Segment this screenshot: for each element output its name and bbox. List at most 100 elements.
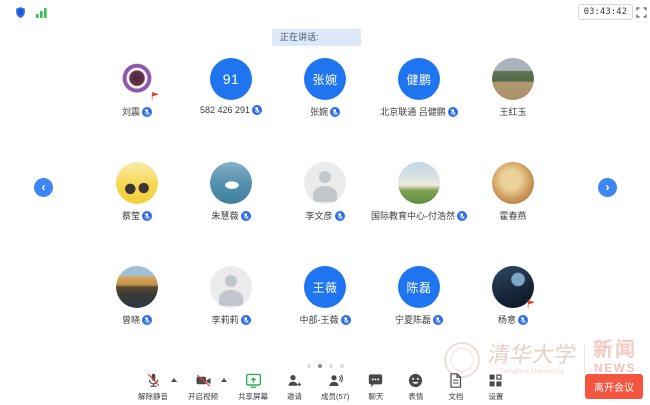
toolbar-item-label: 表情: [408, 391, 423, 402]
toolbar-item-label: 聊天: [368, 391, 383, 402]
page-dot-4[interactable]: [340, 364, 344, 368]
muted-mic-icon: [433, 315, 443, 325]
toolbar-item-unmute[interactable]: 解除静音: [138, 372, 168, 402]
participant-tile[interactable]: 张婉 张婉: [278, 58, 372, 118]
participant-name: 霍春燕: [499, 209, 526, 222]
toolbar-item-label: 设置: [488, 391, 503, 402]
settings-icon: [487, 372, 504, 389]
participant-avatar: 张婉: [304, 58, 346, 100]
participant-tile[interactable]: 曾晓: [90, 266, 184, 326]
participant-tile[interactable]: 刘震: [90, 58, 184, 118]
invite-icon: [286, 372, 303, 389]
toolbar-item-docs[interactable]: 文档: [442, 372, 469, 402]
toolbar-item-share[interactable]: 共享屏幕: [238, 372, 268, 402]
participant-tile[interactable]: 杨意: [466, 266, 560, 326]
participant-row: 蔡莹 朱慧薇: [90, 162, 560, 222]
participant-tile[interactable]: 陈磊 宁夏陈磊: [372, 266, 466, 326]
members-icon: [327, 372, 344, 389]
participant-avatar: [492, 162, 534, 204]
toolbar-item-members[interactable]: 成员(57): [321, 372, 349, 402]
next-page-button[interactable]: ›: [598, 178, 617, 197]
toolbar-item-emoji[interactable]: 表情: [402, 372, 429, 402]
muted-mic-icon: [142, 211, 152, 221]
fullscreen-icon[interactable]: [636, 7, 647, 18]
muted-mic-icon: [142, 315, 152, 325]
toolbar-item-label: 解除静音: [138, 391, 168, 402]
emoji-icon: [407, 372, 424, 389]
muted-mic-icon: [341, 315, 351, 325]
participant-name: 宁夏陈磊: [395, 313, 431, 326]
participant-name: 朱慧薇: [211, 209, 238, 222]
flag-badge-icon: [526, 299, 536, 309]
participant-name: 杨意: [498, 313, 516, 326]
participant-tile[interactable]: 王红玉: [466, 58, 560, 118]
participant-avatar: [398, 162, 440, 204]
participant-name: 国际教育中心-付浩然: [371, 209, 455, 222]
participant-name: 蔡莹: [122, 209, 140, 222]
toolbar-item-chat[interactable]: 聊天: [362, 372, 389, 402]
chevron-up-icon[interactable]: [221, 378, 227, 382]
participant-tile[interactable]: 李莉莉: [184, 266, 278, 326]
participant-avatar: 91: [210, 58, 252, 100]
participant-avatar: [304, 162, 346, 204]
participant-tile[interactable]: 霍春燕: [466, 162, 560, 222]
page-dot-3[interactable]: [329, 364, 333, 368]
muted-mic-icon: [252, 105, 262, 115]
participant-tile[interactable]: 蔡莹: [90, 162, 184, 222]
camera-off-icon: [195, 372, 212, 389]
toolbar-item-label: 文档: [448, 391, 463, 402]
chat-icon: [367, 372, 384, 389]
participant-tile[interactable]: 91 582 426 291: [184, 58, 278, 118]
muted-mic-icon: [335, 211, 345, 221]
participant-name: 582 426 291: [200, 105, 250, 115]
muted-mic-icon: [241, 211, 251, 221]
participant-row: 曾晓 李莉莉 王薇: [90, 266, 560, 326]
chevron-up-icon[interactable]: [171, 378, 177, 382]
participant-tile[interactable]: 健鹏 北京联通 吕健鹏: [372, 58, 466, 118]
toolbar-item-camera[interactable]: 开启视频: [188, 372, 218, 402]
toolbar-item-invite[interactable]: 邀请: [281, 372, 308, 402]
toolbar-item-label: 成员(57): [321, 391, 349, 402]
watermark-news-cn: 新闻: [593, 340, 637, 360]
participant-avatar: [492, 58, 534, 100]
participant-tile[interactable]: 王薇 中部-王薇: [278, 266, 372, 326]
participant-tile[interactable]: 李文彦: [278, 162, 372, 222]
page-dot-1[interactable]: [307, 364, 311, 368]
participant-avatar: 健鹏: [398, 58, 440, 100]
participant-avatar: [210, 266, 252, 308]
toolbar-item-label: 共享屏幕: [238, 391, 268, 402]
prev-page-button[interactable]: ‹: [34, 178, 53, 197]
control-toolbar: 解除静音 开启视频 共享屏幕 邀请成员(57) 聊天 表情 文档 设置: [138, 372, 509, 402]
participant-avatar: [210, 162, 252, 204]
page-dots: [0, 364, 650, 368]
meeting-window: 03:43:42 正在讲话: ‹ › 刘震 91: [0, 0, 650, 405]
participant-avatar: [116, 162, 158, 204]
speaking-indicator: 正在讲话:: [272, 29, 361, 46]
muted-mic-icon: [518, 315, 528, 325]
docs-icon: [447, 372, 464, 389]
page-dot-2[interactable]: [318, 364, 322, 368]
participant-name: 张婉: [310, 105, 328, 118]
meeting-timer: 03:43:42: [578, 4, 633, 20]
muted-mic-icon: [142, 107, 152, 117]
participant-avatar: [116, 266, 158, 308]
muted-mic-icon: [448, 107, 458, 117]
participant-name: 刘震: [122, 105, 140, 118]
watermark-divider: [584, 345, 585, 375]
participant-avatar: 王薇: [304, 266, 346, 308]
participant-name: 曾晓: [122, 313, 140, 326]
participant-name: 李文彦: [305, 209, 332, 222]
mic-off-icon: [145, 372, 162, 389]
participant-name: 王红玉: [499, 105, 526, 118]
leave-meeting-button[interactable]: 离开会议: [585, 374, 643, 399]
security-shield-icon[interactable]: [14, 6, 27, 19]
participant-grid: 刘震 91 582 426 291 张婉: [90, 58, 560, 326]
participant-tile[interactable]: 朱慧薇: [184, 162, 278, 222]
participant-tile[interactable]: 国际教育中心-付浩然: [372, 162, 466, 222]
muted-mic-icon: [330, 107, 340, 117]
toolbar-item-label: 开启视频: [188, 391, 218, 402]
toolbar-item-settings[interactable]: 设置: [482, 372, 509, 402]
muted-mic-icon: [241, 315, 251, 325]
participant-name: 李莉莉: [211, 313, 238, 326]
network-signal-icon[interactable]: [35, 6, 48, 19]
